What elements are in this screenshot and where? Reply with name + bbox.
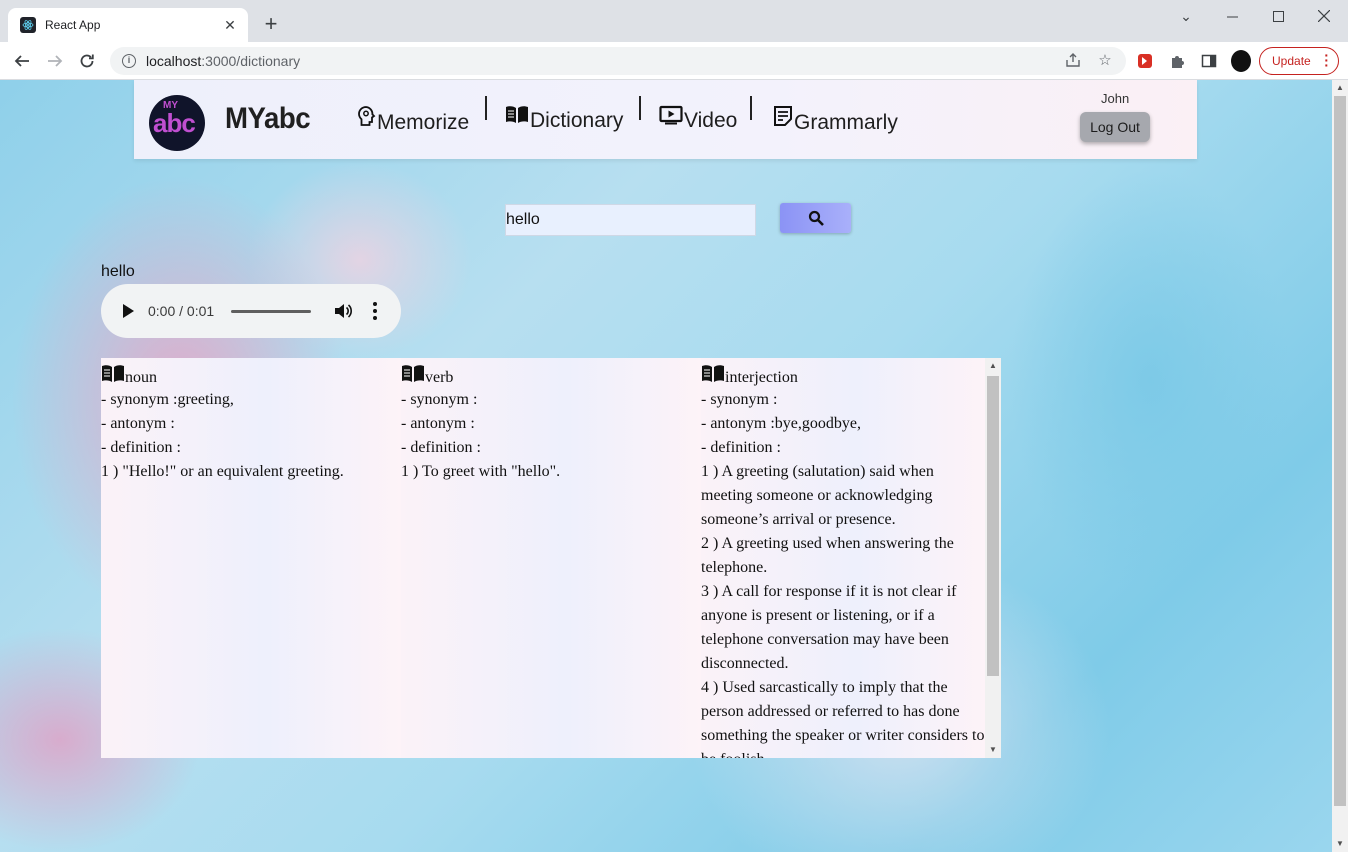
brand-name[interactable]: MYabc [225, 102, 311, 136]
antonym-line: - antonym :bye,goodbye, [701, 415, 861, 432]
volume-icon[interactable] [333, 302, 353, 320]
app-header: MY abc MYabc Memorize Dictionary Video G… [134, 80, 1197, 159]
logo-main-text: abc [153, 108, 196, 138]
book-icon [102, 365, 124, 382]
bookmark-star-icon[interactable]: ☆ [1096, 52, 1114, 70]
logout-button[interactable]: Log Out [1080, 112, 1150, 142]
browser-toolbar: i localhost:3000/dictionary ☆ Update · · · [0, 42, 1348, 80]
address-bar[interactable]: i localhost:3000/dictionary ☆ [110, 47, 1126, 75]
nav-grammarly[interactable]: Grammarly [773, 105, 898, 135]
definition-label: - definition : [401, 439, 481, 456]
nav-memorize-label: Memorize [377, 111, 470, 134]
tab-title: React App [45, 18, 101, 32]
definitions-panel: noun - synonym :greeting, - antonym : - … [101, 358, 1001, 758]
synonym-line: - synonym :greeting, [101, 391, 234, 408]
synonym-line: - synonym : [701, 391, 778, 408]
menu-dots-icon: · · · [1324, 47, 1329, 73]
video-icon [659, 105, 683, 125]
meaning-column-interjection: interjection - synonym : - antonym :bye,… [701, 358, 985, 758]
nav-video[interactable]: Video [659, 105, 737, 133]
page-viewport: MY abc MYabc Memorize Dictionary Video G… [0, 80, 1332, 852]
scroll-down-icon[interactable]: ▼ [985, 742, 1001, 758]
definition-item: 1 ) To greet with "hello". [401, 463, 561, 480]
profile-avatar[interactable] [1231, 50, 1251, 72]
nav-memorize[interactable]: Memorize [356, 105, 469, 135]
share-icon[interactable] [1064, 52, 1082, 70]
nav-dictionary[interactable]: Dictionary [505, 105, 623, 133]
new-tab-button[interactable]: + [258, 12, 284, 38]
close-tab-icon[interactable]: ✕ [222, 17, 238, 34]
tab-search-icon[interactable]: ⌄ [1163, 0, 1209, 32]
book-icon [506, 106, 528, 123]
page-scroll-thumb[interactable] [1334, 96, 1346, 806]
maximize-button[interactable] [1255, 0, 1301, 32]
meaning-heading: interjection [701, 358, 985, 388]
synonym-line: - synonym : [401, 391, 478, 408]
user-name: John [1101, 91, 1130, 106]
extensions-puzzle-icon[interactable] [1167, 51, 1187, 71]
nav-dictionary-label: Dictionary [530, 109, 624, 132]
back-icon[interactable] [10, 49, 34, 73]
browser-tab[interactable]: React App ✕ [8, 8, 248, 42]
book-icon [402, 365, 424, 382]
definition-item: 1 ) A greeting (salutation) said when me… [701, 463, 934, 528]
forward-icon[interactable] [43, 49, 67, 73]
update-button[interactable]: Update · · · [1259, 47, 1339, 75]
definition-item: 3 ) A call for response if it is not cle… [701, 583, 957, 672]
page-scrollbar[interactable]: ▲ ▼ [1332, 80, 1348, 852]
brain-icon [358, 106, 376, 126]
browser-tabstrip: React App ✕ + ⌄ [0, 0, 1348, 42]
part-of-speech: verb [425, 369, 454, 386]
definitions-scrollbar[interactable]: ▲ ▼ [985, 358, 1001, 758]
extension-red-icon[interactable] [1135, 51, 1155, 71]
side-panel-icon[interactable] [1199, 51, 1219, 71]
scroll-up-icon[interactable]: ▲ [985, 358, 1001, 374]
nav-grammarly-label: Grammarly [794, 111, 898, 134]
notepad-icon [774, 106, 792, 126]
info-icon[interactable]: i [122, 54, 136, 68]
minimize-button[interactable] [1209, 0, 1255, 32]
nav-video-label: Video [684, 109, 738, 132]
react-icon [20, 17, 36, 33]
audio-player[interactable]: 0:00 / 0:01 [101, 284, 401, 338]
part-of-speech: noun [125, 369, 157, 386]
search-button[interactable] [780, 203, 851, 233]
definition-label: - definition : [101, 439, 181, 456]
nav-divider [485, 96, 487, 120]
part-of-speech: interjection [725, 369, 798, 386]
audio-more-icon[interactable] [373, 302, 377, 320]
meaning-column-verb: verb - synonym : - antonym : - definitio… [401, 358, 701, 758]
play-icon[interactable] [123, 304, 134, 318]
nav-divider [639, 96, 641, 120]
meaning-heading: verb [401, 358, 701, 388]
antonym-line: - antonym : [401, 415, 475, 432]
definition-item: 1 ) "Hello!" or an equivalent greeting. [101, 463, 344, 480]
audio-time: 0:00 / 0:01 [148, 303, 215, 319]
definition-item: 2 ) A greeting used when answering the t… [701, 535, 954, 576]
scroll-down-icon[interactable]: ▼ [1332, 836, 1348, 852]
update-label: Update [1272, 54, 1311, 68]
search-input[interactable]: hello [505, 204, 756, 236]
definitions-scroll-thumb[interactable] [987, 376, 999, 676]
url-host: localhost [146, 53, 202, 69]
audio-progress-slider[interactable] [231, 310, 311, 313]
url-path: :3000/dictionary [201, 53, 301, 69]
definition-item: 4 ) Used sarcastically to imply that the… [701, 679, 985, 758]
scroll-up-icon[interactable]: ▲ [1332, 80, 1348, 96]
meaning-column-noun: noun - synonym :greeting, - antonym : - … [101, 358, 401, 758]
meaning-heading: noun [101, 358, 401, 388]
antonym-line: - antonym : [101, 415, 175, 432]
nav-divider [750, 96, 752, 120]
search-icon [808, 210, 824, 226]
book-icon [702, 365, 724, 382]
app-logo[interactable]: MY abc [149, 95, 205, 151]
definition-label: - definition : [701, 439, 781, 456]
result-word: hello [101, 263, 135, 280]
close-window-button[interactable] [1301, 0, 1347, 32]
reload-icon[interactable] [75, 49, 99, 73]
